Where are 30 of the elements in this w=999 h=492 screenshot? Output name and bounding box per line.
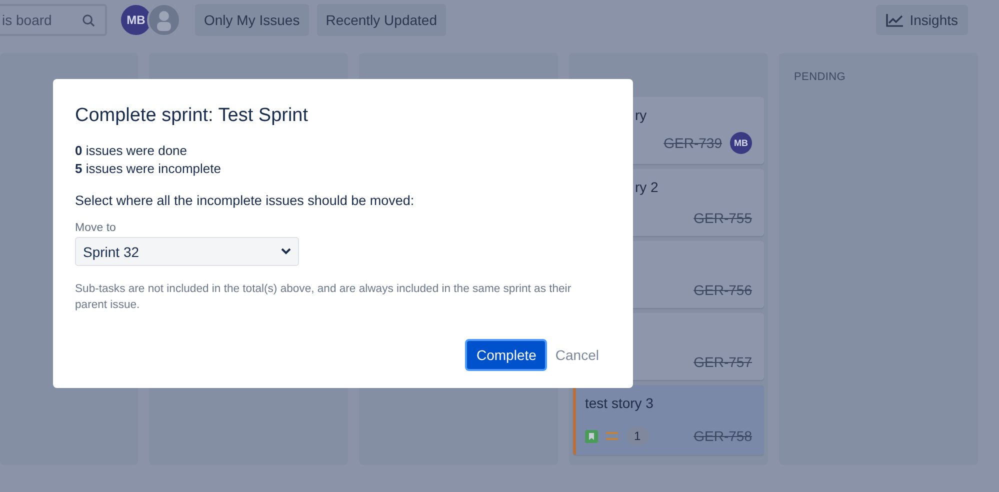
- chevron-down-icon: [281, 248, 291, 255]
- sprint-select[interactable]: Sprint 32: [75, 237, 299, 266]
- card-title: ry: [634, 107, 648, 123]
- move-prompt: Select where all the incomplete issues should be moved:: [75, 193, 416, 208]
- complete-button[interactable]: Complete: [465, 339, 548, 371]
- assignee-avatar: MB: [730, 132, 752, 154]
- search-icon: [82, 14, 95, 26]
- quick-filter[interactable]: Recently Updated: [316, 4, 446, 36]
- card-title: ry 2: [634, 179, 660, 195]
- card-title: test story 3: [585, 395, 654, 411]
- issue-card[interactable]: test story 3 1 GER-758: [573, 385, 764, 455]
- issue-key[interactable]: GER-756: [694, 282, 752, 298]
- issue-key[interactable]: GER-739: [664, 135, 722, 151]
- chart-icon: [886, 13, 904, 27]
- search-value: is board: [2, 12, 52, 28]
- dialog-title: Complete sprint: Test Sprint: [75, 105, 310, 127]
- search-field[interactable]: is board: [0, 4, 107, 36]
- sprint-stat: 0 issues were done: [75, 142, 188, 160]
- issue-key[interactable]: GER-758: [694, 428, 752, 444]
- insights-button[interactable]: Insights: [876, 5, 968, 35]
- quick-filter[interactable]: Only My Issues: [195, 4, 309, 36]
- column-title: PENDING: [793, 71, 847, 85]
- issue-key[interactable]: GER-757: [694, 354, 752, 370]
- issue-key[interactable]: GER-755: [694, 210, 752, 226]
- move-label: Move to: [75, 222, 117, 234]
- story-icon: [585, 430, 598, 442]
- subtask-note: Sub-tasks are not included in the total(s) above, and are always included in the same sprint as their parent issue.: [75, 282, 572, 313]
- priority-icon: [606, 432, 618, 440]
- sprint-stat: 5 issues were incomplete: [75, 160, 222, 178]
- story-points: 1: [626, 427, 649, 445]
